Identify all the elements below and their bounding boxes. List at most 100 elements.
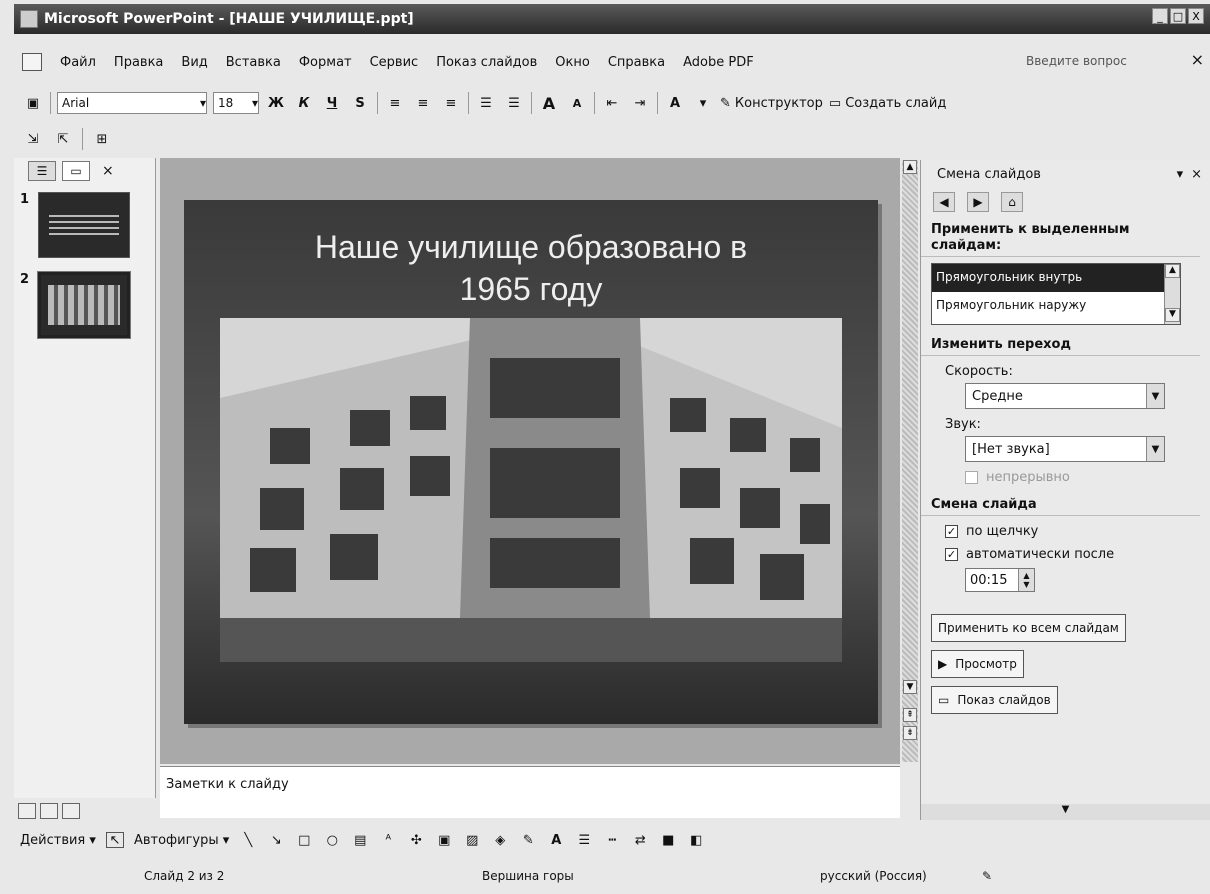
show-formatting-icon[interactable]: ⊞ bbox=[91, 127, 113, 151]
slide-vertical-scrollbar[interactable]: ▲ ▼ ⇞ ⇟ bbox=[902, 160, 918, 762]
tab-outline[interactable]: ☰ bbox=[28, 161, 56, 181]
grow-font-button[interactable]: A bbox=[538, 91, 560, 115]
slide-thumbnail-image[interactable] bbox=[38, 192, 130, 258]
tab-slides[interactable]: ▭ bbox=[62, 161, 90, 181]
preview-button[interactable]: ▶ Просмотр bbox=[931, 650, 1024, 678]
increase-indent-icon[interactable]: ⇥ bbox=[629, 91, 651, 115]
spin-arrows-icon[interactable]: ▲ ▼ bbox=[1018, 569, 1034, 591]
wordart-icon[interactable]: ᴬ bbox=[379, 832, 397, 848]
numbered-list-icon[interactable]: ☰ bbox=[475, 91, 497, 115]
on-click-checkbox[interactable]: ✓ bbox=[945, 525, 958, 538]
speed-select[interactable]: Средне ▼ bbox=[965, 383, 1165, 409]
clipart-icon[interactable]: ▣ bbox=[435, 832, 453, 848]
3d-style-icon[interactable]: ◧ bbox=[687, 832, 705, 848]
oval-icon[interactable]: ○ bbox=[323, 832, 341, 848]
slide-thumbnail-image[interactable] bbox=[37, 271, 131, 339]
spelling-status-icon[interactable]: ✎ bbox=[982, 869, 992, 883]
close-window-button[interactable]: X bbox=[1188, 8, 1204, 24]
font-color-button[interactable]: A bbox=[664, 91, 686, 115]
collapse-icon[interactable]: ⇱ bbox=[52, 127, 74, 151]
italic-button[interactable]: К bbox=[293, 91, 315, 115]
font-size-select[interactable]: 18 ▾ bbox=[213, 92, 259, 114]
font-name-select[interactable]: Arial ▾ bbox=[57, 92, 207, 114]
menu-view[interactable]: Вид bbox=[181, 55, 207, 70]
minimize-button[interactable]: _ bbox=[1152, 8, 1168, 24]
chevron-down-icon[interactable]: ▼ bbox=[1146, 437, 1164, 461]
line-icon[interactable]: ╲ bbox=[239, 832, 257, 848]
slideshow-button[interactable]: ▭ Показ слайдов bbox=[931, 686, 1058, 714]
chevron-down-icon[interactable]: ▼ bbox=[1146, 384, 1164, 408]
task-pane-title[interactable]: Смена слайдов bbox=[937, 167, 1041, 182]
align-center-icon[interactable]: ≡ bbox=[412, 91, 434, 115]
arrow-icon[interactable]: ↘ bbox=[267, 832, 285, 848]
menu-tools[interactable]: Сервис bbox=[370, 55, 419, 70]
document-icon[interactable] bbox=[22, 53, 42, 71]
transition-effects-list[interactable]: Прямоугольник внутрь Прямоугольник наруж… bbox=[931, 263, 1181, 325]
scroll-up-icon[interactable]: ▲ bbox=[1165, 264, 1180, 278]
task-pane-scroll-down[interactable]: ▼ bbox=[921, 804, 1210, 820]
dash-style-icon[interactable]: ┅ bbox=[603, 832, 621, 848]
select-pointer-icon[interactable]: ↖ bbox=[105, 832, 124, 848]
auto-after-checkbox-row[interactable]: ✓ автоматически после bbox=[921, 547, 1210, 562]
menu-format[interactable]: Формат bbox=[299, 55, 352, 70]
diagram-icon[interactable]: ✣ bbox=[407, 832, 425, 848]
bold-button[interactable]: Ж bbox=[265, 91, 287, 115]
autoshapes-menu[interactable]: Автофигуры ▾ bbox=[134, 833, 229, 848]
menu-file[interactable]: Файл bbox=[60, 55, 96, 70]
align-left-icon[interactable]: ≡ bbox=[384, 91, 406, 115]
menu-window[interactable]: Окно bbox=[555, 55, 590, 70]
next-slide-icon[interactable]: ⇟ bbox=[903, 726, 917, 740]
sound-select[interactable]: [Нет звука] ▼ bbox=[965, 436, 1165, 462]
font-color-icon[interactable]: A bbox=[547, 832, 565, 848]
normal-view-icon[interactable] bbox=[18, 803, 36, 819]
menu-edit[interactable]: Правка bbox=[114, 55, 163, 70]
auto-after-time-input[interactable]: 00:15 ▲ ▼ bbox=[965, 568, 1035, 592]
current-slide[interactable]: Наше училище образовано в 1965 году bbox=[184, 200, 878, 724]
auto-after-checkbox[interactable]: ✓ bbox=[945, 548, 958, 561]
on-click-checkbox-row[interactable]: ✓ по щелчку bbox=[921, 524, 1210, 539]
textbox-icon[interactable]: ▤ bbox=[351, 832, 369, 848]
maximize-button[interactable]: □ bbox=[1170, 8, 1186, 24]
designer-button[interactable]: ✎ Конструктор bbox=[720, 96, 823, 111]
scroll-down-icon[interactable]: ▼ bbox=[903, 680, 917, 694]
help-question-box[interactable]: Введите вопрос bbox=[964, 52, 1164, 72]
picture-icon[interactable]: ▨ bbox=[463, 832, 481, 848]
slide-thumbnail-2[interactable]: 2 bbox=[14, 258, 155, 339]
arrow-style-icon[interactable]: ⇄ bbox=[631, 832, 649, 848]
actions-menu[interactable]: Действия ▾ bbox=[20, 833, 96, 848]
shrink-font-button[interactable]: A bbox=[566, 91, 588, 115]
slideshow-view-icon[interactable] bbox=[62, 803, 80, 819]
effect-item-box-in[interactable]: Прямоугольник внутрь bbox=[932, 264, 1180, 292]
close-document-button[interactable]: × bbox=[1191, 50, 1204, 69]
shadow-style-icon[interactable]: ■ bbox=[659, 832, 677, 848]
apply-to-all-button[interactable]: Применить ко всем слайдам bbox=[931, 614, 1126, 642]
powerpoint-app-icon[interactable] bbox=[20, 10, 38, 28]
scroll-down-icon[interactable]: ▼ bbox=[1165, 308, 1180, 322]
decrease-indent-icon[interactable]: ⇤ bbox=[601, 91, 623, 115]
task-pane-menu-icon[interactable]: ▾ bbox=[1177, 167, 1184, 182]
building-photo[interactable] bbox=[220, 318, 842, 662]
slide-thumbnail-1[interactable]: 1 bbox=[14, 184, 155, 258]
new-slide-button[interactable]: ▭ Создать слайд bbox=[829, 96, 946, 111]
menu-insert[interactable]: Вставка bbox=[226, 55, 281, 70]
scroll-up-icon[interactable]: ▲ bbox=[903, 160, 917, 174]
chevron-down-icon[interactable]: ▾ bbox=[692, 91, 714, 115]
close-pane-button[interactable]: × bbox=[102, 163, 114, 179]
align-right-icon[interactable]: ≡ bbox=[440, 91, 462, 115]
slide-sorter-view-icon[interactable] bbox=[40, 803, 58, 819]
forward-icon[interactable]: ▶ bbox=[967, 192, 989, 212]
menu-slideshow[interactable]: Показ слайдов bbox=[436, 55, 537, 70]
menu-adobe-pdf[interactable]: Adobe PDF bbox=[683, 55, 754, 70]
notes-pane[interactable]: Заметки к слайду bbox=[160, 766, 900, 818]
rectangle-icon[interactable]: □ bbox=[295, 832, 313, 848]
previous-slide-icon[interactable]: ⇞ bbox=[903, 708, 917, 722]
line-style-icon[interactable]: ☰ bbox=[575, 832, 593, 848]
fill-color-icon[interactable]: ◈ bbox=[491, 832, 509, 848]
slide-title[interactable]: Наше училище образовано в 1965 году bbox=[184, 226, 878, 310]
effect-item-box-out[interactable]: Прямоугольник наружу bbox=[932, 292, 1180, 320]
save-icon[interactable]: ▣ bbox=[22, 91, 44, 115]
effects-scrollbar[interactable]: ▲ ▼ bbox=[1164, 264, 1180, 324]
home-icon[interactable]: ⌂ bbox=[1001, 192, 1023, 212]
underline-button[interactable]: Ч bbox=[321, 91, 343, 115]
line-color-icon[interactable]: ✎ bbox=[519, 832, 537, 848]
